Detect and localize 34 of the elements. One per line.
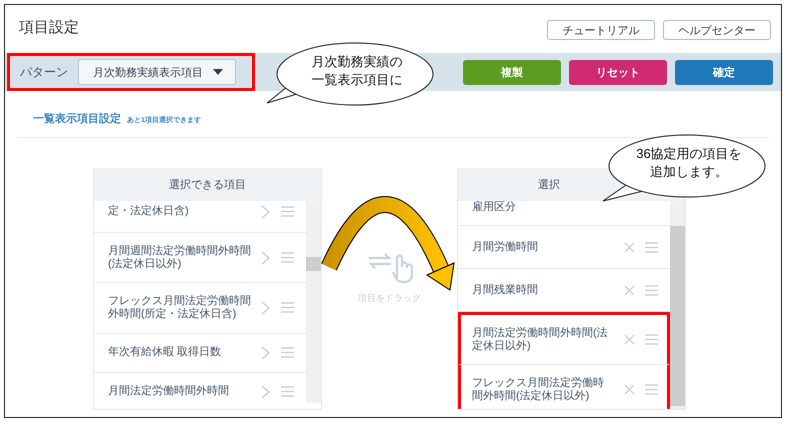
drag-handle-icon [645,284,658,296]
scrollbar[interactable] [670,201,685,409]
chevron-right-icon [261,346,271,360]
pattern-label: パターン [20,64,68,80]
header-button[interactable]: ヘルプセンター [663,20,771,40]
drag-handle-icon [281,386,294,398]
drag-handle-icon [281,252,294,264]
callout-text: 月次勤務実績の 一覧表示項目に [310,53,404,89]
remove-icon[interactable] [624,242,635,252]
scrollbar[interactable] [306,201,321,403]
remove-icon[interactable] [624,384,635,396]
drag-handle-icon [645,384,658,396]
action-button[interactable]: 確定 [675,60,773,84]
pattern-dropdown[interactable]: 月次勤務実績表示項目 [78,59,236,85]
section-title: 一覧表示項目設定 [33,112,121,126]
chevron-right-icon [261,204,271,218]
caret-icon [213,69,223,75]
drag-handle-icon [281,302,294,314]
drag-handle-icon [281,347,294,358]
header-button[interactable]: チュートリアル [547,20,655,40]
drag-handle-icon [645,334,658,346]
action-button[interactable]: リセット [569,60,667,84]
callout-text: 36協定用の項目を 追加します。 [635,145,743,181]
drag-hint: 項目をドラッグ [358,292,421,305]
drag-handle-icon [281,206,294,217]
chevron-right-icon [261,300,271,315]
drag-handle-icon [645,242,658,252]
page-title: 項目設定 [19,18,79,36]
chevron-right-icon [261,250,271,265]
drag-hand-icon [366,250,412,284]
chevron-right-icon [261,384,271,399]
remove-icon[interactable] [624,284,635,296]
panel-header: 選択できる項目 [94,168,321,201]
remove-icon[interactable] [624,334,635,346]
